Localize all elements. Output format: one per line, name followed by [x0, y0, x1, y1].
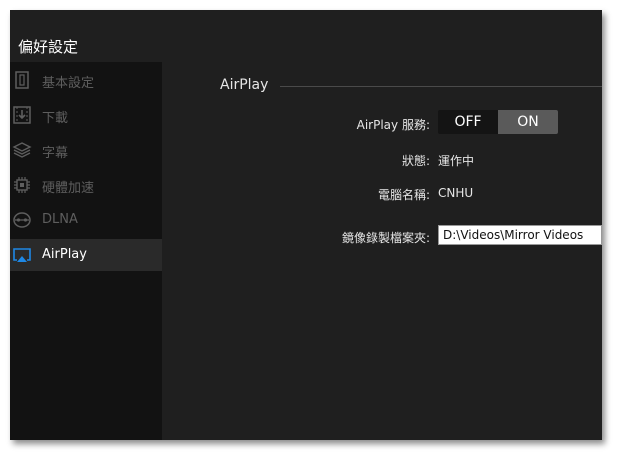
sidebar-item-label: 字幕	[42, 146, 69, 161]
sidebar-item-label: DLNA	[42, 212, 78, 227]
sidebar-item-basic-settings[interactable]: 基本設定	[10, 64, 162, 96]
airplay-settings-panel: AirPlay AirPlay 服務: OFF ON 狀態: 運作中 電腦名稱:…	[162, 62, 602, 440]
mirror-folder-label: 鏡像錄製檔案夾:	[341, 231, 430, 245]
subtitle-layers-icon	[12, 140, 32, 160]
computer-name-label: 電腦名稱:	[377, 188, 430, 202]
sidebar-item-label: 基本設定	[42, 76, 95, 91]
section-divider	[280, 86, 602, 87]
sidebar-item-subtitles[interactable]: 字幕	[10, 134, 162, 166]
toggle-off-option[interactable]: OFF	[438, 110, 498, 134]
status-value: 運作中	[438, 154, 475, 168]
dlna-icon	[12, 210, 32, 230]
section-title: AirPlay	[220, 77, 269, 93]
window-title: 偏好設定	[18, 38, 79, 56]
airplay-icon	[12, 245, 32, 265]
title-bar: 偏好設定	[10, 10, 602, 62]
sidebar-item-airplay[interactable]: AirPlay	[10, 239, 162, 271]
sidebar-item-label: 硬體加速	[42, 181, 95, 196]
computer-name-value: CNHU	[438, 186, 474, 200]
airplay-service-toggle[interactable]: OFF ON	[438, 110, 558, 134]
chip-icon	[12, 175, 32, 195]
mirror-folder-input[interactable]	[438, 225, 602, 245]
preferences-window: 偏好設定 基本設定 下載 字幕 硬體加速 DLNA AirPlay AirPla…	[10, 10, 602, 440]
sidebar-item-dlna[interactable]: DLNA	[10, 204, 162, 236]
sidebar-item-hardware-acceleration[interactable]: 硬體加速	[10, 169, 162, 201]
status-label: 狀態:	[401, 154, 430, 168]
toggle-on-option[interactable]: ON	[498, 110, 558, 134]
sidebar: 基本設定 下載 字幕 硬體加速 DLNA AirPlay	[10, 62, 162, 440]
settings-panel-icon	[12, 70, 32, 90]
sidebar-item-label: 下載	[42, 111, 69, 126]
airplay-service-label: AirPlay 服務:	[356, 118, 430, 132]
download-icon	[12, 105, 32, 125]
sidebar-item-download[interactable]: 下載	[10, 99, 162, 131]
sidebar-item-label: AirPlay	[42, 247, 87, 262]
